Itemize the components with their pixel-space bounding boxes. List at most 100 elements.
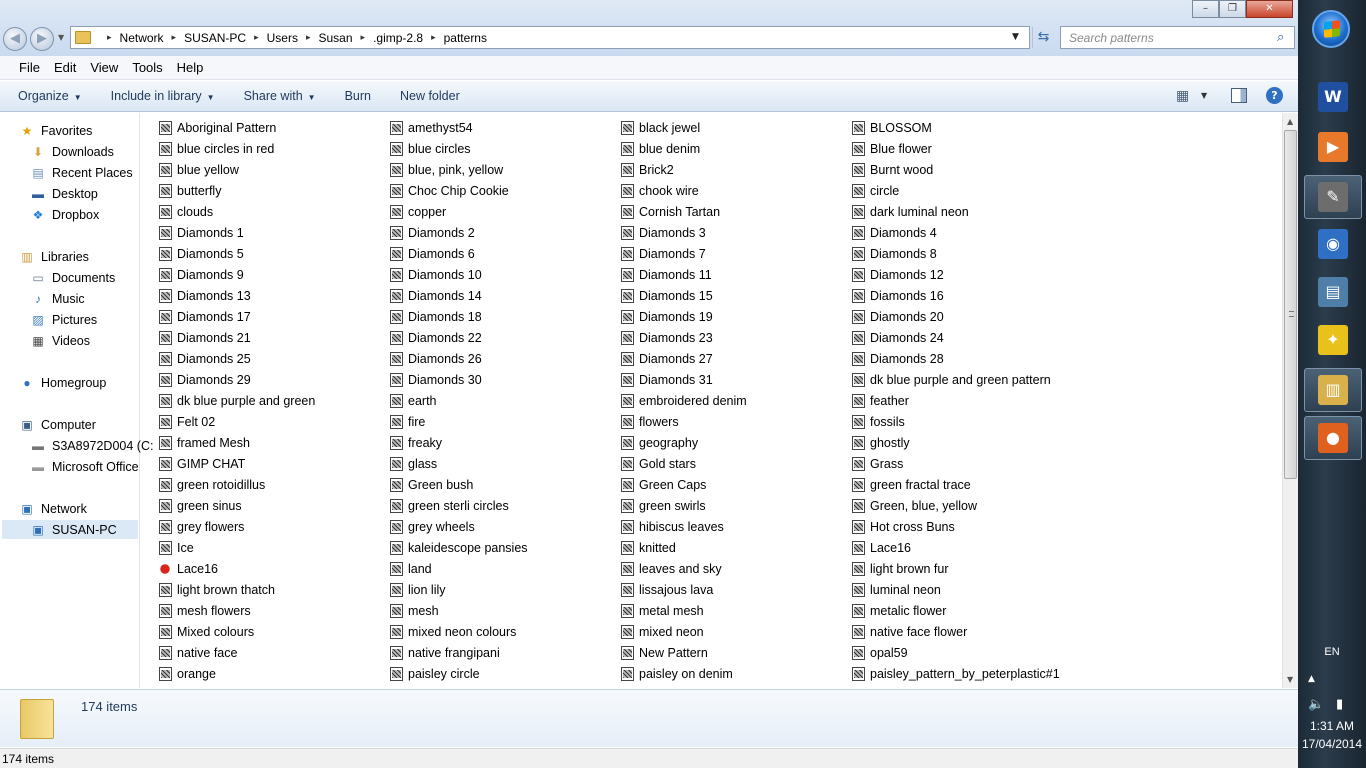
file-item[interactable]: Grass <box>852 453 1060 474</box>
crumb-patterns[interactable]: patterns <box>444 31 487 45</box>
refresh-icon[interactable]: ⇆ <box>1032 27 1054 48</box>
crumb-network[interactable]: Network <box>120 31 164 45</box>
start-button[interactable] <box>1312 10 1350 48</box>
file-item[interactable]: clouds <box>159 201 315 222</box>
crumb-susan-pc[interactable]: SUSAN-PC <box>184 31 246 45</box>
nav-item-pictures[interactable]: ▨ Pictures <box>30 310 97 329</box>
file-item[interactable]: Diamonds 24 <box>852 327 1060 348</box>
file-item[interactable]: Choc Chip Cookie <box>390 180 528 201</box>
file-item[interactable]: Diamonds 23 <box>621 327 747 348</box>
menu-view[interactable]: View <box>90 60 118 75</box>
file-item[interactable]: native face <box>159 642 315 663</box>
crumb-gimp[interactable]: .gimp-2.8 <box>373 31 423 45</box>
file-item[interactable]: metalic flower <box>852 600 1060 621</box>
file-item[interactable]: dk blue purple and green pattern <box>852 369 1060 390</box>
back-button[interactable]: ◀ <box>3 27 27 51</box>
nav-item-downloads[interactable]: ⬇ Downloads <box>30 142 114 161</box>
camera-taskbar-button[interactable]: ◉ <box>1304 224 1362 264</box>
file-item[interactable]: Diamonds 14 <box>390 285 528 306</box>
file-item[interactable]: Mixed colours <box>159 621 315 642</box>
nav-item-microsoft-office[interactable]: ▬ Microsoft Office <box>30 457 139 476</box>
menu-help[interactable]: Help <box>177 60 204 75</box>
file-item[interactable]: Aboriginal Pattern <box>159 117 315 138</box>
file-item[interactable]: blue denim <box>621 138 747 159</box>
chevron-right-icon[interactable]: ▸ <box>306 33 311 43</box>
file-item[interactable]: Diamonds 29 <box>159 369 315 390</box>
minimize-button[interactable]: – <box>1192 0 1219 18</box>
recent-pages-dropdown[interactable]: ▼ <box>58 33 64 42</box>
file-item[interactable]: Diamonds 5 <box>159 243 315 264</box>
file-item[interactable]: Green, blue, yellow <box>852 495 1060 516</box>
file-item[interactable]: feather <box>852 390 1060 411</box>
file-item[interactable]: Burnt wood <box>852 159 1060 180</box>
new-folder-button[interactable]: New folder <box>400 89 460 103</box>
nav-item-recent-places[interactable]: ▤ Recent Places <box>30 163 132 182</box>
file-item[interactable]: mesh flowers <box>159 600 315 621</box>
file-item[interactable]: Diamonds 22 <box>390 327 528 348</box>
file-item[interactable]: Lace16 <box>852 537 1060 558</box>
help-icon[interactable]: ? <box>1266 87 1283 104</box>
nav-item-libraries[interactable]: ▥ Libraries <box>19 247 89 266</box>
file-item[interactable]: embroidered denim <box>621 390 747 411</box>
file-item[interactable]: fire <box>390 411 528 432</box>
file-item[interactable]: dark luminal neon <box>852 201 1060 222</box>
file-item[interactable]: mixed neon <box>621 621 747 642</box>
file-item[interactable]: Diamonds 31 <box>621 369 747 390</box>
file-item[interactable]: earth <box>390 390 528 411</box>
nav-item-computer[interactable]: ▣ Computer <box>19 415 96 434</box>
nav-item-music[interactable]: ♪ Music <box>30 289 85 308</box>
clock-time[interactable]: 1:31 AM <box>1298 719 1366 733</box>
forward-button[interactable]: ▶ <box>30 27 54 51</box>
nav-item-favorites[interactable]: ★ Favorites <box>19 121 93 140</box>
include-in-library-button[interactable]: Include in library ▼ <box>111 89 215 103</box>
nav-item-videos[interactable]: ▦ Videos <box>30 331 90 350</box>
file-item[interactable]: grey flowers <box>159 516 315 537</box>
file-item[interactable]: Diamonds 9 <box>159 264 315 285</box>
file-item[interactable]: Diamonds 6 <box>390 243 528 264</box>
file-item[interactable]: Diamonds 7 <box>621 243 747 264</box>
nav-item-desktop[interactable]: ▬ Desktop <box>30 184 98 203</box>
view-options-dropdown-icon[interactable]: ▼ <box>1201 91 1207 100</box>
nav-item-documents[interactable]: ▭ Documents <box>30 268 115 287</box>
file-item[interactable]: Green bush <box>390 474 528 495</box>
maximize-button[interactable]: ❐ <box>1219 0 1246 18</box>
file-item[interactable]: amethyst54 <box>390 117 528 138</box>
menu-file[interactable]: File <box>19 60 40 75</box>
file-item[interactable]: Diamonds 15 <box>621 285 747 306</box>
file-item[interactable]: Diamonds 3 <box>621 222 747 243</box>
file-item[interactable]: mixed neon colours <box>390 621 528 642</box>
clock-date[interactable]: 17/04/2014 <box>1298 737 1366 751</box>
file-item[interactable]: Cornish Tartan <box>621 201 747 222</box>
document-app-taskbar-button[interactable]: ▤ <box>1304 272 1362 312</box>
file-item[interactable]: blue yellow <box>159 159 315 180</box>
file-item[interactable]: New Pattern <box>621 642 747 663</box>
file-item[interactable]: metal mesh <box>621 600 747 621</box>
file-item[interactable]: Felt 02 <box>159 411 315 432</box>
menu-tools[interactable]: Tools <box>132 60 162 75</box>
file-item[interactable]: Gold stars <box>621 453 747 474</box>
crumb-users[interactable]: Users <box>267 31 298 45</box>
show-hidden-icons-icon[interactable]: ▲ <box>1308 674 1315 684</box>
file-item[interactable]: native frangipani <box>390 642 528 663</box>
address-breadcrumb[interactable]: ▸ Network ▸ SUSAN-PC ▸ Users ▸ Susan ▸ .… <box>70 26 1030 49</box>
scroll-down-icon[interactable]: ▼ <box>1287 675 1293 684</box>
file-item[interactable]: paisley circle <box>390 663 528 684</box>
nav-item-network[interactable]: ▣ Network <box>19 499 87 518</box>
puzzle-app-taskbar-button[interactable]: ✦ <box>1304 320 1362 360</box>
scroll-up-icon[interactable]: ▲ <box>1287 117 1293 126</box>
file-item[interactable]: dk blue purple and green <box>159 390 315 411</box>
chevron-right-icon[interactable]: ▸ <box>254 33 259 43</box>
file-item[interactable]: Diamonds 4 <box>852 222 1060 243</box>
media-player-taskbar-button[interactable]: ▶ <box>1304 127 1362 167</box>
file-item[interactable]: land <box>390 558 528 579</box>
chevron-right-icon[interactable]: ▸ <box>361 33 366 43</box>
file-item[interactable]: butterfly <box>159 180 315 201</box>
file-item[interactable]: light brown fur <box>852 558 1060 579</box>
file-item[interactable]: Diamonds 19 <box>621 306 747 327</box>
vertical-scrollbar[interactable]: ▲ ▼ <box>1282 113 1298 688</box>
chevron-right-icon[interactable]: ▸ <box>107 33 112 43</box>
file-item[interactable]: Diamonds 27 <box>621 348 747 369</box>
file-item[interactable]: mesh <box>390 600 528 621</box>
file-item[interactable]: fossils <box>852 411 1060 432</box>
file-item[interactable]: blue circles <box>390 138 528 159</box>
